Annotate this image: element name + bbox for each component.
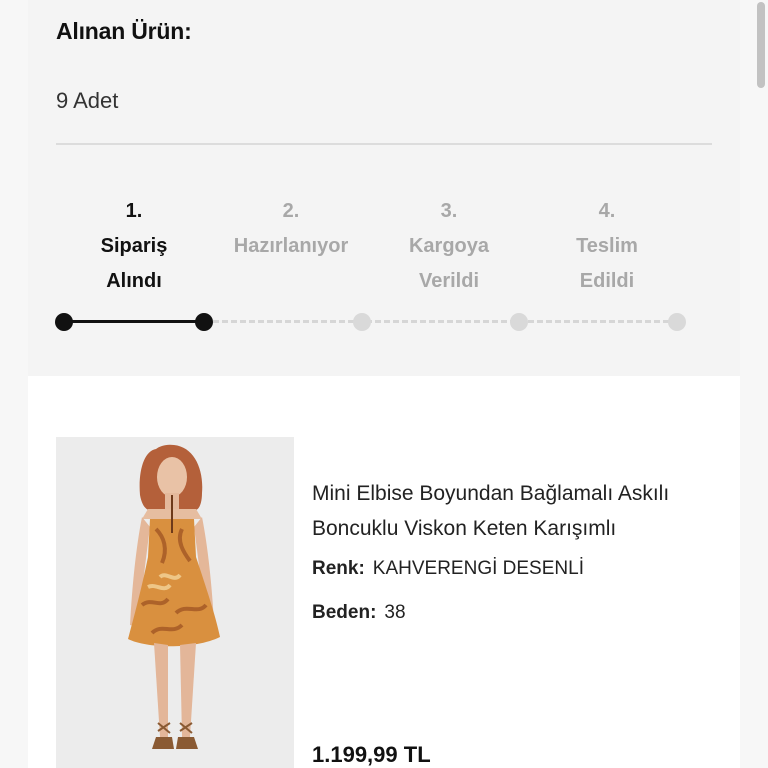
progress-line-pending	[204, 320, 678, 323]
scrollbar[interactable]	[754, 0, 768, 768]
progress-dot-1	[55, 313, 73, 331]
dress-photo-icon	[56, 437, 294, 768]
order-card: Alınan Ürün: 9 Adet 1. Sipariş Alındı 2.…	[28, 0, 740, 768]
progress-dot-5	[668, 313, 686, 331]
size-label: Beden:	[312, 602, 377, 623]
step-shipped: 3. Kargoya Verildi	[379, 194, 519, 299]
quantity-text: 9 Adet	[56, 88, 119, 113]
step-label: Teslim Edildi	[576, 235, 638, 292]
step-order-received: 1. Sipariş Alındı	[64, 194, 204, 299]
step-label: Hazırlanıyor	[233, 235, 349, 257]
step-number: 4.	[598, 200, 616, 222]
progress-dot-3	[353, 313, 371, 331]
order-summary: Alınan Ürün: 9 Adet 1. Sipariş Alındı 2.…	[28, 0, 740, 376]
step-number: 2.	[282, 200, 300, 222]
product-title[interactable]: Mini Elbise Boyundan Bağlamalı Askılı Bo…	[312, 476, 722, 546]
order-detail-page: Alınan Ürün: 9 Adet 1. Sipariş Alındı 2.…	[0, 0, 768, 768]
progress-line-complete	[64, 320, 204, 323]
step-delivered: 4. Teslim Edildi	[537, 194, 677, 299]
product-item[interactable]: Mini Elbise Boyundan Bağlamalı Askılı Bo…	[28, 376, 740, 768]
product-image[interactable]	[56, 437, 294, 768]
progress-track	[28, 306, 740, 338]
step-label: Kargoya Verildi	[408, 235, 490, 292]
scrollbar-thumb[interactable]	[757, 2, 765, 88]
bought-items-label: Alınan Ürün:	[56, 18, 192, 44]
product-price: 1.199,99 TL	[312, 742, 431, 767]
divider	[56, 143, 712, 145]
product-size: Beden: 38	[312, 602, 406, 624]
color-value: KAHVERENGİ DESENLİ	[372, 558, 584, 579]
product-color: Renk: KAHVERENGİ DESENLİ	[312, 558, 584, 580]
step-number: 3.	[440, 200, 458, 222]
progress-dot-2	[195, 313, 213, 331]
step-preparing: 2. Hazırlanıyor	[221, 194, 361, 264]
progress-dot-4	[510, 313, 528, 331]
step-number: 1.	[125, 200, 143, 222]
color-label: Renk:	[312, 558, 365, 579]
step-label: Sipariş Alındı	[100, 235, 168, 292]
size-value: 38	[384, 602, 406, 623]
